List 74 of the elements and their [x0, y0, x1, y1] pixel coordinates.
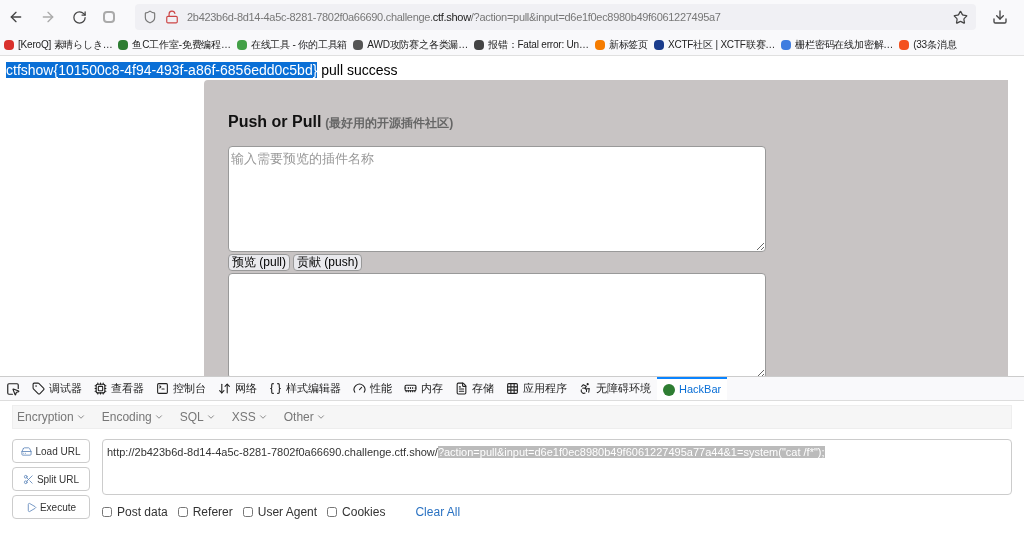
bookmark-item[interactable]: 新标签页 [594, 37, 648, 52]
checkbox[interactable] [102, 507, 112, 517]
devtools-tab[interactable]: 无障碍环境 [573, 377, 657, 400]
hackbar-menu[interactable]: SQL [179, 408, 216, 426]
caret-icon [205, 412, 216, 422]
plugin-name-field[interactable]: 输入需要预览的插件名称 [228, 146, 766, 252]
download-icon[interactable] [992, 9, 1008, 25]
caret-icon [315, 412, 326, 422]
checkbox-label: User Agent [257, 504, 318, 521]
hackbar-menu[interactable]: Encoding [101, 408, 164, 426]
shield-icon[interactable] [143, 10, 157, 24]
pull-button[interactable]: 预览 (pull) [228, 254, 290, 271]
page-subtitle: (最好用的开源插件社区) [325, 115, 454, 132]
devtools-tab[interactable]: 性能 [347, 377, 398, 400]
tab-icon [269, 382, 282, 395]
hackbar-menu[interactable]: XSS [231, 408, 268, 426]
insecure-lock-icon[interactable] [165, 10, 179, 24]
tab-icon [455, 382, 468, 395]
devtools-tab[interactable]: 网络 [212, 377, 263, 400]
tab-icon [94, 382, 107, 395]
result-field[interactable] [228, 273, 766, 376]
push-button[interactable]: 贡献 (push) [293, 254, 363, 271]
flag-text: ctfshow{101500c8-4f94-493f-a86f-6856edd0c5bd} [6, 62, 318, 78]
page-icon [103, 11, 115, 23]
devtools-tab[interactable]: 样式编辑器 [263, 377, 347, 400]
hackbar-action-button[interactable]: Split URL [12, 467, 90, 491]
devtools-tab[interactable]: HackBar [657, 377, 728, 400]
devtools-tab[interactable]: 调试器 [26, 377, 88, 400]
hackbar-menu[interactable]: Encryption [17, 408, 86, 426]
bookmark-item[interactable]: [KeroQ] 素晴らしき… [4, 37, 113, 52]
bookmark-item[interactable]: 鱼C工作室-免费编程… [118, 37, 231, 52]
bookmark-star-icon[interactable] [953, 9, 968, 25]
devtools-tab[interactable]: 应用程序 [500, 377, 573, 400]
devtools-tab[interactable]: 查看器 [88, 377, 150, 400]
page-title: Push or Pull [228, 112, 322, 132]
hackbar-logo-icon [663, 383, 675, 396]
bookmark-item[interactable]: 栅栏密码在线加密解… [781, 37, 894, 52]
action-icon [22, 473, 34, 485]
caret-icon [75, 412, 86, 422]
bookmark-item[interactable]: AWD攻防赛之各类漏… [353, 37, 469, 52]
tab-icon [32, 382, 45, 395]
checkbox[interactable] [327, 507, 338, 517]
action-icon [21, 445, 33, 457]
tab-icon [156, 382, 169, 395]
tab-icon [404, 382, 417, 395]
caret-icon [153, 412, 164, 422]
status-message: pull success [321, 62, 398, 78]
url-text: 2b423b6d-8d14-4a5c-8281-7802f0a66690.challenge.ctf.show/?action=pull&input=d6e1f0ec8980b49f6061227495a7 [187, 9, 722, 25]
clear-all-link[interactable]: Clear All [415, 503, 461, 521]
checkbox[interactable] [177, 507, 188, 517]
address-bar[interactable]: 2b423b6d-8d14-4a5c-8281-7802f0a66690.challenge.ctf.show/?action=pull&input=d6e1f0ec8980b49f6061227495a7 [135, 4, 976, 30]
checkbox-label: Cookies [342, 504, 386, 521]
devtools-tab[interactable]: 内存 [398, 377, 449, 400]
action-icon [25, 501, 37, 513]
tab-icon [506, 382, 519, 395]
reload-icon[interactable] [72, 9, 87, 25]
element-picker-icon[interactable] [6, 381, 20, 396]
checkbox-label: Referer [192, 504, 233, 521]
bookmark-item[interactable]: 报错：Fatal error: Un… [474, 37, 589, 52]
caret-icon [257, 412, 268, 422]
checkbox-label: Post data [117, 504, 168, 521]
back-icon[interactable] [8, 9, 24, 25]
tab-icon [353, 382, 366, 395]
devtools-tab[interactable]: 存储 [449, 377, 500, 400]
hackbar-action-button[interactable]: Execute [12, 495, 90, 519]
bookmark-item[interactable]: XCTF社区 | XCTF联赛… [653, 37, 776, 52]
bookmark-item[interactable]: (33条消息 [899, 37, 957, 52]
tab-icon [579, 382, 592, 395]
hackbar-action-button[interactable]: Load URL [12, 439, 90, 463]
hackbar-menu[interactable]: Other [283, 408, 326, 426]
checkbox[interactable] [242, 507, 253, 517]
bookmark-item[interactable]: 在线工具 - 你的工具箱 [236, 37, 348, 52]
devtools-tab[interactable]: 控制台 [150, 377, 212, 400]
tab-icon [218, 382, 231, 395]
